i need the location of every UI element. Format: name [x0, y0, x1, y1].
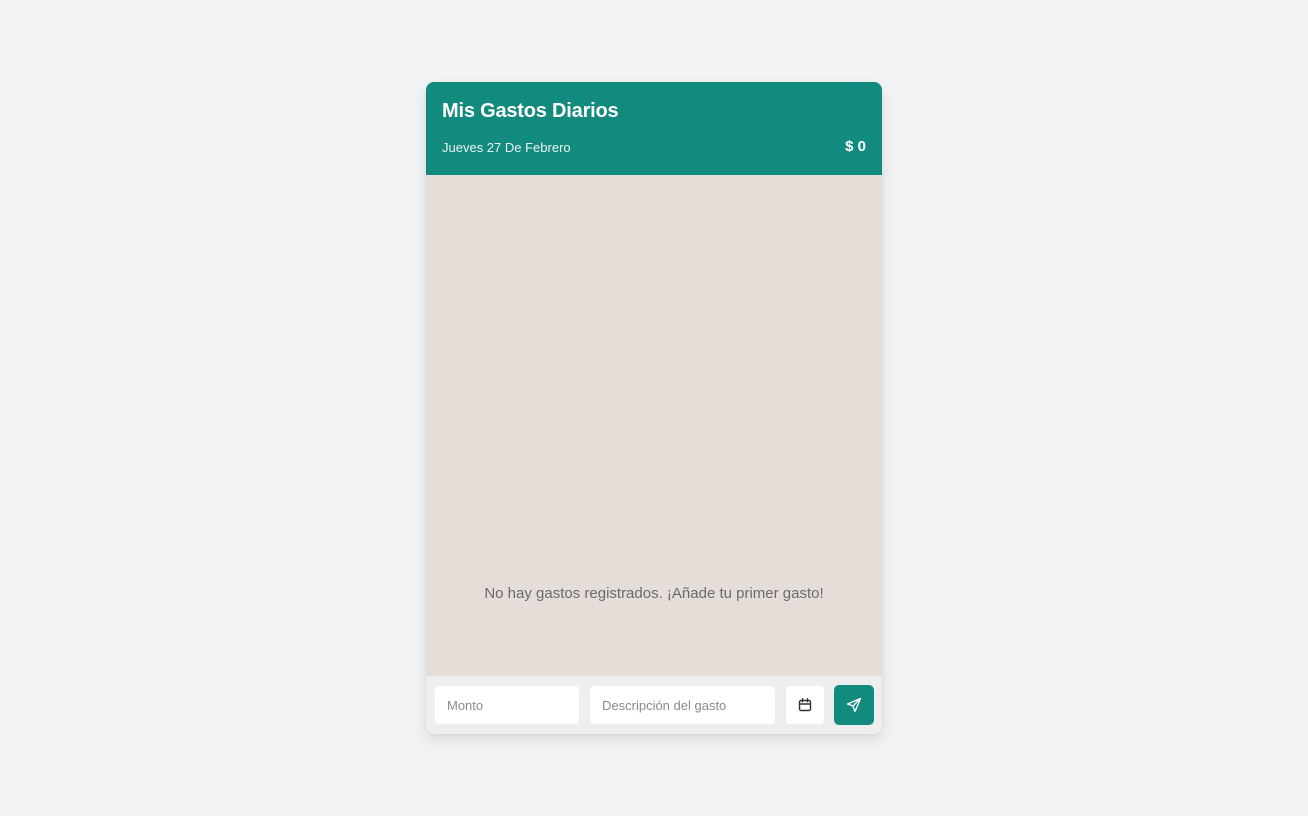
total-amount: $ 0: [845, 138, 866, 155]
send-button[interactable]: [834, 685, 874, 725]
page-title: Mis Gastos Diarios: [442, 100, 619, 122]
expenses-app-card: Mis Gastos Diarios Jueves 27 De Febrero …: [426, 82, 882, 734]
calendar-icon: [797, 697, 813, 713]
amount-input[interactable]: [435, 686, 579, 724]
send-icon: [846, 697, 862, 713]
expenses-list: No hay gastos registrados. ¡Añade tu pri…: [426, 175, 882, 676]
description-input[interactable]: [590, 686, 775, 724]
current-date: Jueves 27 De Febrero: [442, 140, 571, 155]
expense-form: [426, 676, 882, 734]
empty-state-message: No hay gastos registrados. ¡Añade tu pri…: [484, 585, 824, 602]
date-picker-button[interactable]: [786, 686, 824, 724]
app-header: Mis Gastos Diarios Jueves 27 De Febrero …: [426, 82, 882, 175]
